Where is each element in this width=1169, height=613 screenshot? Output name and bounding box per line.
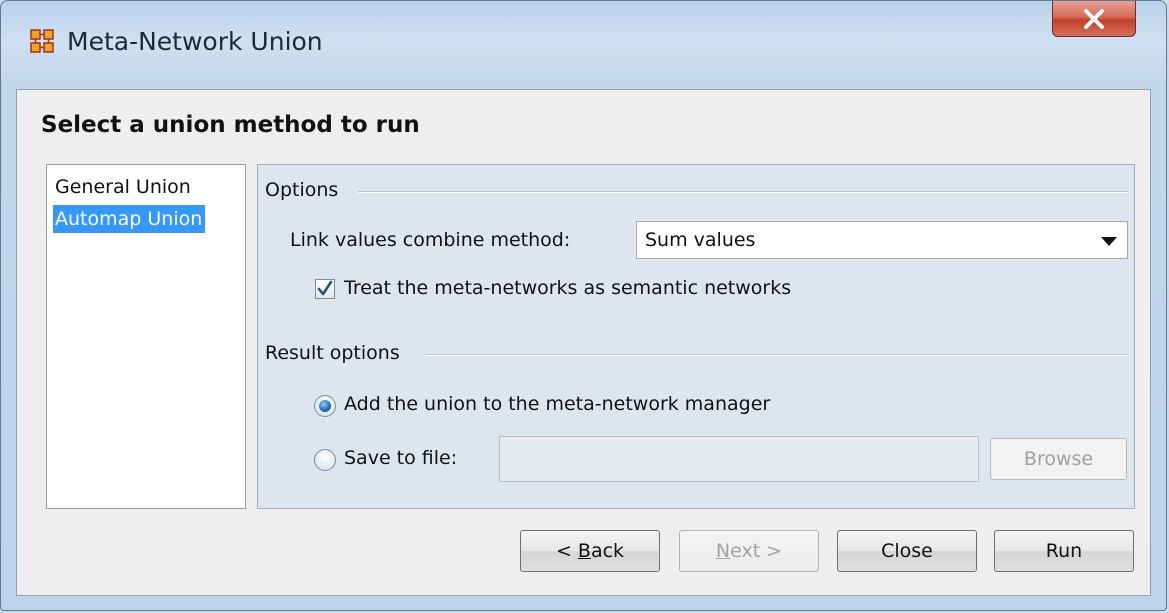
union-method-list[interactable]: General Union Automap Union xyxy=(46,164,246,509)
semantic-networks-label[interactable]: Treat the meta-networks as semantic netw… xyxy=(344,277,791,299)
meta-network-icon xyxy=(30,29,54,53)
radio-selected-dot xyxy=(319,400,331,412)
close-icon xyxy=(1084,8,1104,29)
semantic-networks-checkbox[interactable] xyxy=(315,279,335,299)
options-group-title: Options xyxy=(265,179,347,201)
browse-button[interactable]: Browse xyxy=(990,438,1127,480)
close-window-button[interactable] xyxy=(1052,1,1136,37)
chevron-down-icon xyxy=(1101,237,1117,246)
window-title: Meta-Network Union xyxy=(67,27,323,56)
back-prefix: < xyxy=(555,540,578,562)
title-bar[interactable]: Meta-Network Union xyxy=(1,1,1166,89)
dialog-content: Select a union method to run General Uni… xyxy=(16,89,1151,596)
close-button[interactable]: Close xyxy=(837,530,977,572)
result-options-divider xyxy=(426,354,1128,356)
method-item-automap-union[interactable]: Automap Union xyxy=(53,205,206,233)
add-union-label[interactable]: Add the union to the meta-network manage… xyxy=(344,393,770,415)
method-item-general-union[interactable]: General Union xyxy=(53,173,194,201)
next-rest: ext > xyxy=(730,540,783,562)
meta-network-union-dialog: Meta-Network Union Select a union method… xyxy=(0,0,1167,611)
next-button[interactable]: Next > xyxy=(679,530,819,572)
save-file-path-input[interactable] xyxy=(499,436,979,482)
next-mnemonic: N xyxy=(715,540,731,562)
save-to-file-radio[interactable] xyxy=(314,449,336,471)
result-options-group-title: Result options xyxy=(265,342,408,364)
checkmark-icon xyxy=(317,280,333,296)
save-to-file-label[interactable]: Save to file: xyxy=(344,447,457,469)
back-mnemonic: B xyxy=(577,540,591,562)
options-panel: Options Link values combine method: Sum … xyxy=(257,164,1135,509)
add-union-radio[interactable] xyxy=(314,395,336,417)
page-title: Select a union method to run xyxy=(41,112,420,138)
combine-method-value: Sum values xyxy=(645,229,756,251)
combine-method-label: Link values combine method: xyxy=(290,229,571,251)
run-button[interactable]: Run xyxy=(994,530,1134,572)
back-button[interactable]: < Back xyxy=(520,530,660,572)
combine-method-select[interactable]: Sum values xyxy=(636,221,1128,259)
options-divider xyxy=(358,191,1128,193)
back-rest: ack xyxy=(590,540,625,562)
